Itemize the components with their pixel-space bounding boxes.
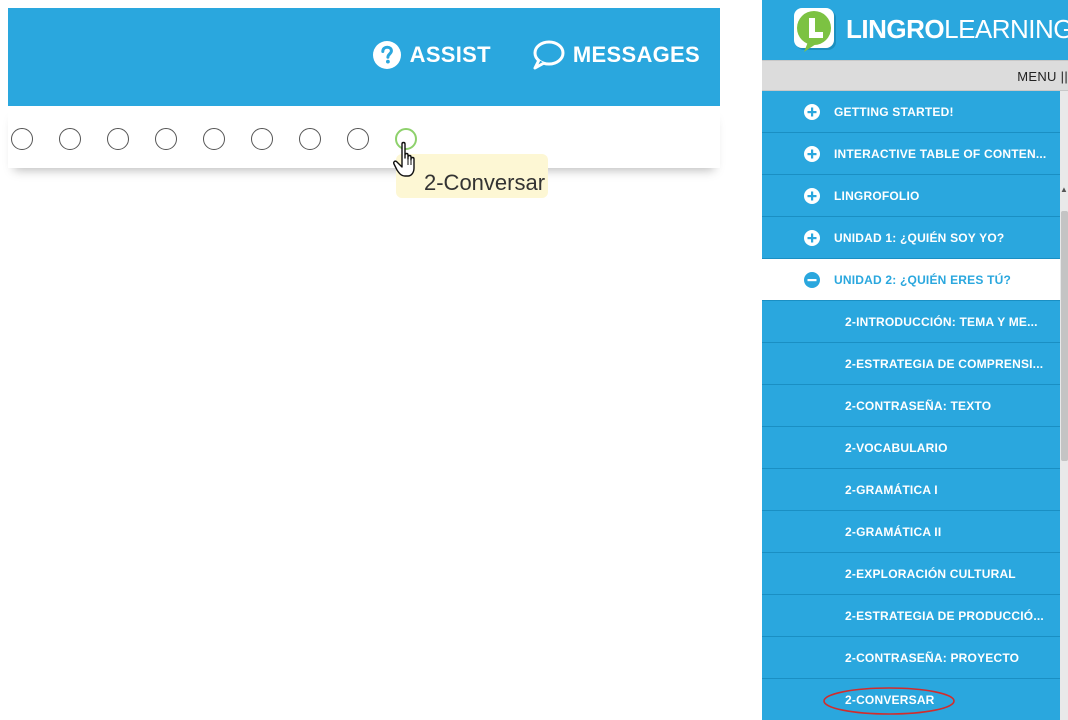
- nav-item-unidad-1[interactable]: UNIDAD 1: ¿QUIÉN SOY YO?: [762, 217, 1062, 259]
- sub-item-label: 2-ESTRATEGIA DE PRODUCCIÓ...: [845, 609, 1044, 623]
- menu-toggle-button[interactable]: MENU ||: [1017, 69, 1068, 84]
- nav-item-unidad-2[interactable]: UNIDAD 2: ¿QUIÉN ERES TÚ?: [762, 259, 1062, 301]
- sub-item-label: 2-VOCABULARIO: [845, 441, 948, 455]
- nav-item-label: UNIDAD 2: ¿QUIÉN ERES TÚ?: [834, 273, 1012, 287]
- brand-name-bold: LINGRO: [846, 14, 945, 44]
- sub-item-label: 2-GRAMÁTICA I: [845, 483, 938, 497]
- nav-item-label: INTERACTIVE TABLE OF CONTEN...: [834, 147, 1047, 161]
- help-circle-icon: [372, 40, 402, 70]
- sub-item-label: 2-INTRODUCCIÓN: TEMA Y ME...: [845, 315, 1038, 329]
- minus-circle-icon: [804, 272, 820, 288]
- screenshot-stage: ASSIST MESSAGES 2-Conversar LINGROLEARNI…: [0, 0, 1068, 720]
- sub-item-label: 2-CONTRASEÑA: PROYECTO: [845, 651, 1020, 665]
- progress-dot[interactable]: [59, 128, 81, 150]
- progress-dot[interactable]: [11, 128, 33, 150]
- progress-dot[interactable]: [203, 128, 225, 150]
- hand-pointer-icon: [392, 140, 426, 182]
- dot-tooltip-text: 2-Conversar: [424, 170, 546, 195]
- sub-item-label: 2-CONTRASEÑA: TEXTO: [845, 399, 992, 413]
- nav-item-getting-started[interactable]: GETTING STARTED!: [762, 91, 1062, 133]
- messages-button[interactable]: MESSAGES: [531, 40, 700, 70]
- sub-item-contrasena-texto[interactable]: 2-CONTRASEÑA: TEXTO: [762, 385, 1062, 427]
- nav-item-label: UNIDAD 1: ¿QUIÉN SOY YO?: [834, 231, 1005, 245]
- plus-circle-icon: [804, 146, 820, 162]
- highlight-ellipse: [823, 687, 955, 715]
- lingro-logo-icon: [794, 8, 838, 54]
- sub-item-gramatica-2[interactable]: 2-GRAMÁTICA II: [762, 511, 1062, 553]
- messages-label: MESSAGES: [572, 42, 700, 67]
- sub-item-vocabulario[interactable]: 2-VOCABULARIO: [762, 427, 1062, 469]
- assist-label: ASSIST: [409, 42, 491, 67]
- sub-item-estrategia-produccion[interactable]: 2-ESTRATEGIA DE PRODUCCIÓ...: [762, 595, 1062, 637]
- menu-bar: MENU ||: [762, 60, 1068, 91]
- progress-dot[interactable]: [107, 128, 129, 150]
- sub-item-introduccion[interactable]: 2-INTRODUCCIÓN: TEMA Y ME...: [762, 301, 1062, 343]
- progress-dot[interactable]: [251, 128, 273, 150]
- brand-name-light: LEARNING: [944, 14, 1068, 44]
- nav-item-interactive-toc[interactable]: INTERACTIVE TABLE OF CONTEN...: [762, 133, 1062, 175]
- progress-dot[interactable]: [347, 128, 369, 150]
- sub-item-label: 2-GRAMÁTICA II: [845, 525, 942, 539]
- course-sidebar: LINGROLEARNING MENU || GETTING STARTED! …: [762, 0, 1068, 720]
- sub-item-label: 2-EXPLORACIÓN CULTURAL: [845, 567, 1016, 581]
- brand-name: LINGROLEARNING: [846, 14, 1068, 45]
- progress-dot[interactable]: [155, 128, 177, 150]
- plus-circle-icon: [804, 188, 820, 204]
- top-header-bar: ASSIST MESSAGES: [8, 8, 720, 106]
- nav-item-label: GETTING STARTED!: [834, 105, 954, 119]
- progress-dots-bar: [8, 106, 720, 168]
- nav-item-lingrofolio[interactable]: LINGROFOLIO: [762, 175, 1062, 217]
- nav-list: GETTING STARTED! INTERACTIVE TABLE OF CO…: [762, 91, 1062, 720]
- header-actions: ASSIST MESSAGES: [372, 40, 700, 70]
- plus-circle-icon: [804, 104, 820, 120]
- sub-item-label: 2-ESTRATEGIA DE COMPRENSI...: [845, 357, 1044, 371]
- assist-button[interactable]: ASSIST: [372, 40, 491, 70]
- brand-header: LINGROLEARNING: [762, 0, 1068, 60]
- sub-item-gramatica-1[interactable]: 2-GRAMÁTICA I: [762, 469, 1062, 511]
- sub-item-exploracion-cultural[interactable]: 2-EXPLORACIÓN CULTURAL: [762, 553, 1062, 595]
- sub-item-contrasena-proyecto[interactable]: 2-CONTRASEÑA: PROYECTO: [762, 637, 1062, 679]
- scroll-up-arrow-icon[interactable]: ▲: [1060, 185, 1068, 195]
- progress-dot[interactable]: [299, 128, 321, 150]
- nav-item-label: LINGROFOLIO: [834, 189, 920, 203]
- plus-circle-icon: [804, 230, 820, 246]
- scrollbar-thumb[interactable]: [1061, 211, 1068, 461]
- sidebar-scrollbar[interactable]: ▲: [1060, 91, 1068, 720]
- sub-item-estrategia-comprension[interactable]: 2-ESTRATEGIA DE COMPRENSI...: [762, 343, 1062, 385]
- speech-bubble-icon: [531, 40, 565, 70]
